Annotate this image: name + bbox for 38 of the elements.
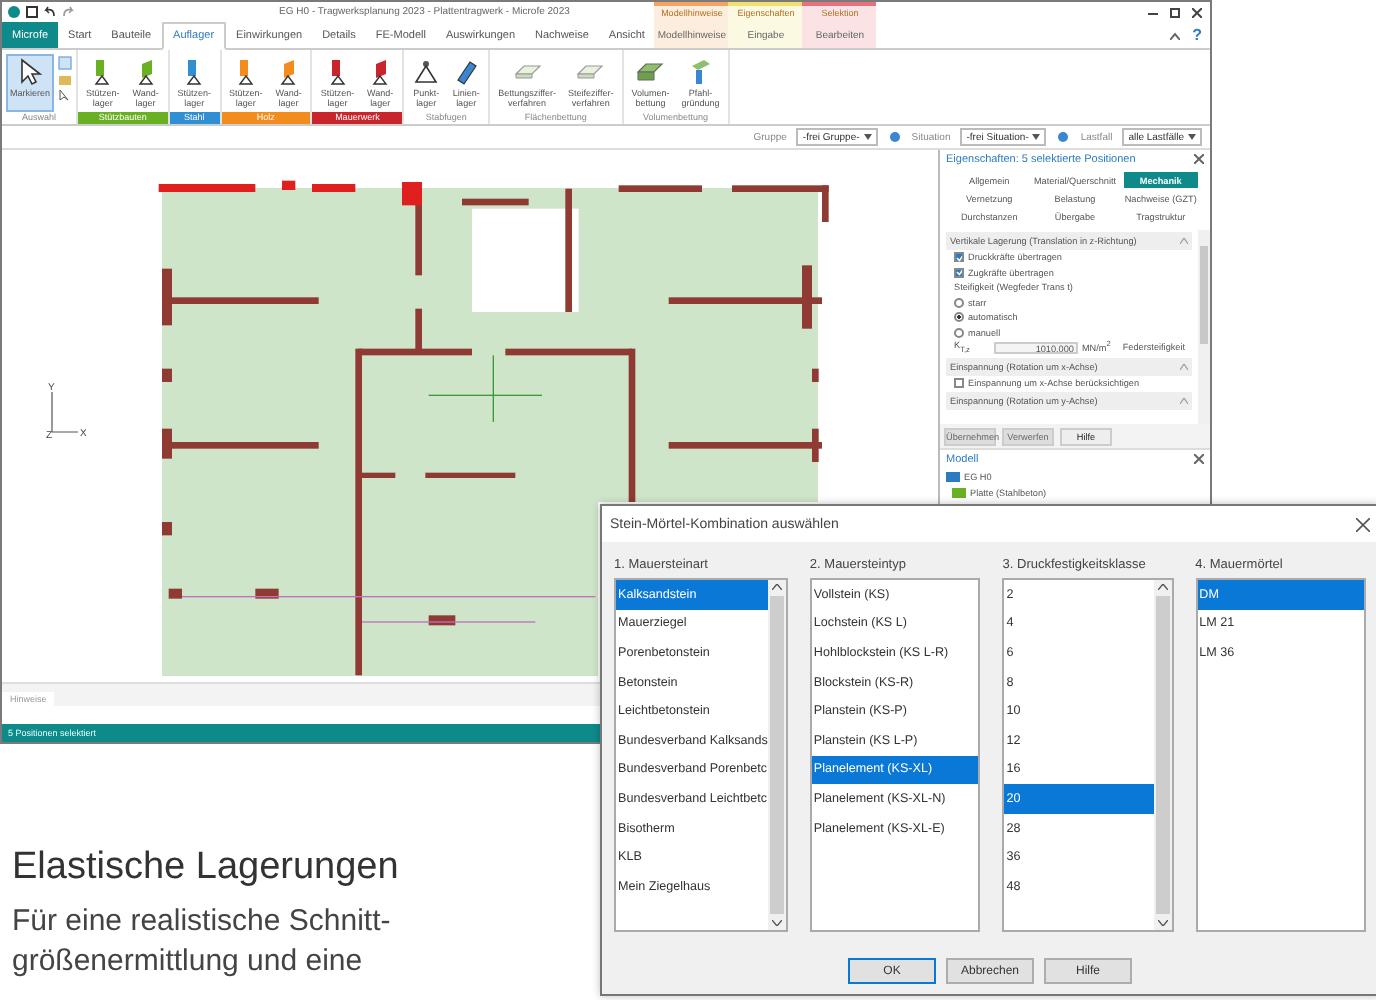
close-icon[interactable] (1194, 454, 1204, 464)
help-button[interactable]: ? (1192, 26, 1202, 44)
scrollbar[interactable] (767, 580, 786, 930)
undo-icon[interactable] (44, 6, 56, 18)
scroll-up-icon[interactable] (771, 584, 782, 590)
cursor-icon (16, 58, 44, 86)
article-paragraph: Für eine realistische Schnitt- größenermittlung und eine (12, 902, 393, 982)
scroll-up-icon[interactable] (1157, 584, 1168, 590)
axis-icon (51, 391, 79, 433)
article-heading: Elastische Lagerungen (12, 846, 399, 890)
caret-icon (1032, 134, 1041, 140)
scrollbar[interactable] (1198, 230, 1210, 424)
save-icon[interactable] (26, 6, 38, 18)
radio-button[interactable] (954, 312, 964, 323)
radio-button[interactable] (954, 327, 964, 338)
radio-button[interactable] (954, 297, 964, 308)
close-icon[interactable] (1191, 7, 1202, 17)
filter-settings-icon[interactable] (1056, 130, 1071, 144)
caret-icon (1188, 134, 1196, 140)
scroll-down-icon[interactable] (771, 920, 782, 926)
maximize-icon[interactable] (1169, 7, 1180, 17)
close-icon[interactable] (1356, 517, 1370, 531)
cursor-icon[interactable] (58, 88, 73, 102)
app-logo-icon (8, 6, 20, 18)
point-support-icon (412, 58, 441, 86)
scrollbar[interactable] (1153, 580, 1172, 930)
close-icon[interactable] (1194, 154, 1204, 164)
checkbox[interactable] (954, 267, 964, 278)
line-support-icon (452, 58, 481, 86)
checkbox[interactable] (954, 252, 964, 263)
checkbox[interactable] (954, 377, 964, 388)
collapse-caret-icon[interactable] (1170, 31, 1181, 39)
scroll-down-icon[interactable] (1157, 920, 1168, 926)
slab-icon (636, 58, 665, 86)
caret-icon (863, 134, 872, 140)
filter-settings-icon[interactable] (887, 130, 902, 144)
redo-icon[interactable] (62, 6, 74, 18)
minimize-icon[interactable] (1147, 7, 1158, 17)
